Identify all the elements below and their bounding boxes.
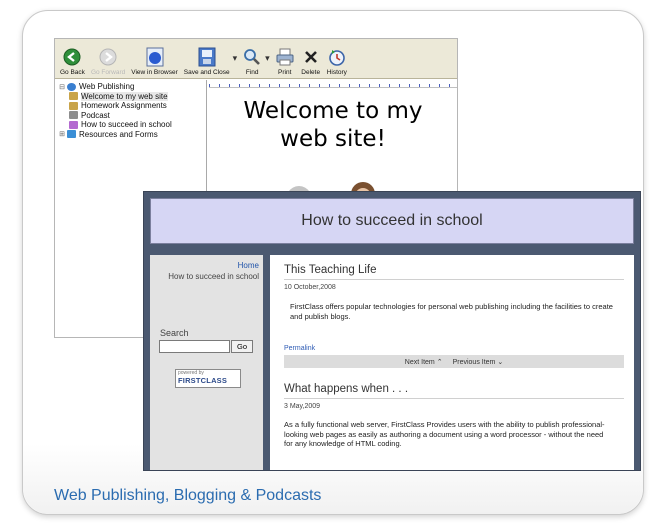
tree-root[interactable]: ⊟ Web Publishing (57, 82, 206, 92)
chevron-up-icon: ⌃ (436, 358, 443, 366)
search-input[interactable] (159, 340, 230, 353)
find-button[interactable]: Find (239, 39, 265, 76)
history-icon (327, 47, 347, 67)
post-body: FirstClass offers popular technologies f… (290, 302, 613, 321)
previous-item-link[interactable]: Previous Item ⌄ (453, 358, 504, 366)
go-forward-button[interactable]: Go Forward (88, 39, 128, 76)
collapse-icon[interactable]: ⊟ (57, 83, 67, 91)
magnifier-icon (242, 47, 262, 67)
save-icon (197, 47, 217, 67)
tree-item-resources[interactable]: ⊞ Resources and Forms (57, 130, 206, 140)
globe-folder-icon (67, 82, 76, 91)
post-title[interactable]: What happens when . . . (284, 383, 624, 399)
page-icon (69, 92, 78, 101)
home-link[interactable]: Home (150, 260, 259, 271)
search-label: Search (160, 328, 189, 338)
folder-icon (67, 130, 76, 139)
item-navigation-bar: Next Item ⌃ Previous Item ⌄ (284, 355, 624, 368)
back-arrow-icon (62, 47, 82, 67)
expand-icon[interactable]: ⊞ (57, 130, 67, 138)
welcome-heading: Welcome to my web site! (243, 98, 423, 152)
go-button[interactable]: Go (231, 340, 253, 353)
print-button[interactable]: Print (272, 39, 298, 76)
current-page-link[interactable]: How to succeed in school (150, 271, 259, 282)
view-in-browser-button[interactable]: View in Browser (128, 39, 180, 76)
printer-icon (275, 47, 295, 67)
save-and-close-button[interactable]: Save and Close (181, 39, 233, 76)
blog-main-content: This Teaching Life 10 October,2008 First… (270, 255, 634, 470)
delete-x-icon (301, 47, 321, 67)
blog-sidebar: Home How to succeed in school Search Go … (150, 255, 263, 470)
find-dropdown-caret[interactable]: ▾ (265, 53, 270, 64)
save-dropdown-caret[interactable]: ▾ (233, 53, 238, 64)
post-body: As a fully functional web server, FirstC… (284, 420, 605, 448)
permalink-link[interactable]: Permalink (284, 345, 624, 352)
post-title[interactable]: This Teaching Life (284, 264, 624, 280)
tree-item-how-to-succeed[interactable]: How to succeed in school (57, 120, 206, 130)
blog-header: How to succeed in school (150, 198, 634, 244)
tree-item-podcast[interactable]: Podcast (57, 111, 206, 121)
podcast-icon (69, 111, 78, 120)
post-date: 10 October,2008 (284, 284, 336, 291)
slide-caption: Web Publishing, Blogging & Podcasts (54, 487, 322, 504)
ruler (209, 80, 457, 88)
history-button[interactable]: History (324, 39, 350, 76)
chevron-down-icon: ⌄ (497, 358, 504, 366)
tree-item-homework[interactable]: Homework Assignments (57, 101, 206, 111)
go-back-button[interactable]: Go Back (57, 39, 88, 76)
tree-item-welcome[interactable]: Welcome to my web site (57, 91, 206, 102)
delete-button[interactable]: Delete (298, 39, 324, 76)
blog-window: How to succeed in school Home How to suc… (143, 191, 641, 471)
blog-icon (69, 120, 78, 129)
page-icon (69, 101, 78, 110)
powered-by-firstclass-badge[interactable]: powered by FIRSTCLASS (175, 369, 241, 388)
post-date: 3 May,2009 (284, 403, 321, 410)
forward-arrow-icon (98, 47, 118, 67)
browser-icon (145, 47, 165, 67)
next-item-link[interactable]: Next Item ⌃ (405, 358, 443, 366)
editor-toolbar: Go Back Go Forward View in Browser Save … (55, 39, 457, 79)
